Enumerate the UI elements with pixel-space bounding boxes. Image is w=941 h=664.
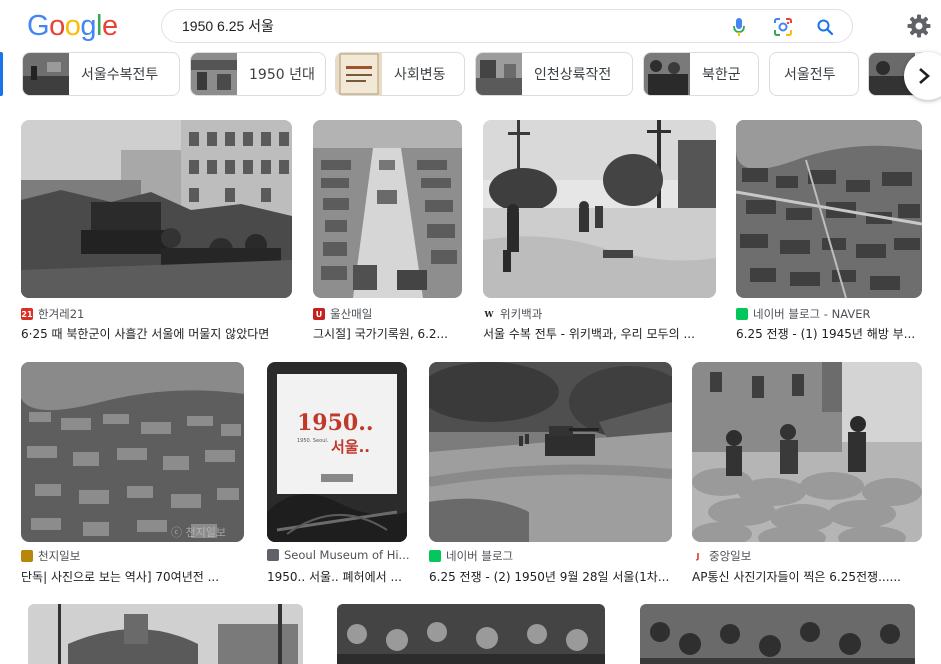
result-image[interactable] — [28, 604, 303, 664]
search-input[interactable] — [182, 16, 702, 36]
source-name: 울산매일 — [330, 307, 373, 321]
result-source[interactable]: J 중앙일보 — [692, 548, 751, 564]
result-image[interactable] — [736, 120, 922, 298]
source-name: 네이버 블로그 — [446, 549, 514, 563]
result-image[interactable] — [692, 362, 922, 542]
google-images-results-page: Google 1950 6.25 서울 서울수복전투 1950 년대 사회변동 … — [0, 0, 941, 664]
result-image[interactable] — [337, 604, 605, 664]
result-title[interactable]: 단독| 사진으로 보는 역사] 70여년전 ... — [21, 568, 246, 585]
chip-seoul-recapture[interactable]: 서울수복전투 — [22, 52, 180, 96]
chip-thumbnail — [336, 53, 382, 95]
chip-1950s[interactable]: 1950 년대 — [190, 52, 326, 96]
poster-subtitle: 1950. Seoul. — [297, 438, 329, 444]
image-result[interactable] — [640, 604, 915, 664]
image-result[interactable]: ⓒ 천지일보 천지일보 단독| 사진으로 보는 역사] 70여년전 ... — [21, 362, 244, 592]
chip-label: 인천상륙작전 — [534, 67, 612, 83]
logo-letter: e — [101, 10, 118, 42]
poster-year: 1950.. — [297, 410, 374, 436]
source-name: 한겨레21 — [38, 307, 85, 321]
result-image[interactable] — [483, 120, 716, 298]
result-title[interactable]: 6·25 때 북한군이 사흘간 서울에 머물지 않았다면 — [21, 325, 296, 342]
result-source[interactable]: 천지일보 — [21, 548, 80, 564]
source-name: Seoul Museum of Hi... — [284, 548, 410, 562]
chip-thumbnail — [23, 53, 69, 95]
favicon: U — [313, 308, 325, 320]
favicon: W — [483, 308, 495, 320]
chip-thumbnail — [191, 53, 237, 95]
chip-thumbnail — [476, 53, 522, 95]
chip-north-korean-army[interactable]: 북한군 — [643, 52, 759, 96]
chip-thumbnail — [644, 53, 690, 95]
svg-text:ⓒ 천지일보: ⓒ 천지일보 — [171, 525, 226, 539]
chip-label: 서울수복전투 — [81, 67, 159, 83]
favicon — [429, 550, 441, 562]
source-name: 위키백과 — [500, 307, 543, 321]
chip-incheon-landing[interactable]: 인천상륙작전 — [475, 52, 633, 96]
lens-icon[interactable] — [772, 16, 794, 38]
result-title[interactable]: 6.25 전쟁 - (1) 1945년 해방 부... — [736, 325, 922, 342]
chip-label: 서울전투 — [784, 67, 836, 83]
chip-seoul-battle[interactable]: 서울전투 — [769, 52, 859, 96]
image-result[interactable]: 1950.. 서울.. 1950. Seoul. Seoul Museum of… — [267, 362, 410, 592]
result-image[interactable]: ⓒ 천지일보 — [21, 362, 244, 542]
chip-label: 1950 년대 — [249, 67, 315, 83]
result-source[interactable]: 네이버 블로그 — [429, 548, 513, 564]
logo-letter: g — [80, 10, 96, 42]
result-source[interactable]: 네이버 블로그 - NAVER — [736, 306, 870, 322]
result-image[interactable] — [313, 120, 462, 298]
result-image[interactable] — [429, 362, 672, 542]
chip-accent-bar — [0, 52, 3, 96]
google-logo[interactable]: Google — [27, 10, 118, 43]
result-title[interactable]: 그시절] 국가기록원, 6.2... — [313, 325, 463, 342]
related-search-chips: 서울수복전투 1950 년대 사회변동 인천상륙작전 북한군 서울전투 — [0, 52, 941, 100]
image-result[interactable] — [337, 604, 605, 664]
search-box — [161, 9, 853, 43]
favicon: J — [692, 550, 704, 562]
source-name: 네이버 블로그 - NAVER — [753, 307, 871, 321]
result-source[interactable]: W 위키백과 — [483, 306, 542, 322]
result-image[interactable] — [21, 120, 292, 298]
result-title[interactable]: AP통신 사진기자들이 찍은 6.25전쟁...... — [692, 568, 922, 585]
source-name: 중앙일보 — [709, 549, 752, 563]
result-image[interactable]: 1950.. 서울.. 1950. Seoul. — [267, 362, 407, 542]
image-result[interactable]: 21 한겨레21 6·25 때 북한군이 사흘간 서울에 머물지 않았다면 — [21, 120, 292, 350]
source-name: 천지일보 — [38, 549, 81, 563]
image-result[interactable]: U 울산매일 그시절] 국가기록원, 6.2... — [313, 120, 462, 350]
header: Google — [0, 0, 941, 52]
favicon — [736, 308, 748, 320]
globe-icon — [267, 549, 279, 561]
image-result[interactable] — [28, 604, 303, 664]
favicon: 21 — [21, 308, 33, 320]
poster-city: 서울.. — [331, 438, 370, 456]
logo-letter: o — [64, 10, 81, 42]
image-result[interactable]: 네이버 블로그 - NAVER 6.25 전쟁 - (1) 1945년 해방 부… — [736, 120, 922, 350]
image-result[interactable]: J 중앙일보 AP통신 사진기자들이 찍은 6.25전쟁...... — [692, 362, 922, 592]
gear-icon[interactable] — [906, 13, 932, 39]
favicon — [21, 550, 33, 562]
image-result[interactable]: 네이버 블로그 6.25 전쟁 - (2) 1950년 9월 28일 서울(1차… — [429, 362, 672, 592]
result-source[interactable]: Seoul Museum of Hi... — [267, 548, 410, 562]
logo-letter: G — [27, 10, 50, 42]
logo-letter: o — [49, 10, 65, 42]
result-title[interactable]: 1950.. 서울.. 폐허에서 ... — [267, 568, 409, 585]
result-title[interactable]: 서울 수복 전투 - 위키백과, 우리 모두의 ... — [483, 325, 718, 342]
result-source[interactable]: U 울산매일 — [313, 306, 372, 322]
result-title[interactable]: 6.25 전쟁 - (2) 1950년 9월 28일 서울(1차... — [429, 568, 672, 585]
chip-label: 북한군 — [702, 67, 741, 83]
image-result[interactable]: W 위키백과 서울 수복 전투 - 위키백과, 우리 모두의 ... — [483, 120, 716, 350]
search-icon[interactable] — [814, 16, 836, 38]
chip-social-change[interactable]: 사회변동 — [335, 52, 465, 96]
result-source[interactable]: 21 한겨레21 — [21, 306, 84, 322]
result-image[interactable] — [640, 604, 915, 664]
chip-label: 사회변동 — [394, 67, 446, 83]
mic-icon[interactable] — [728, 16, 750, 38]
